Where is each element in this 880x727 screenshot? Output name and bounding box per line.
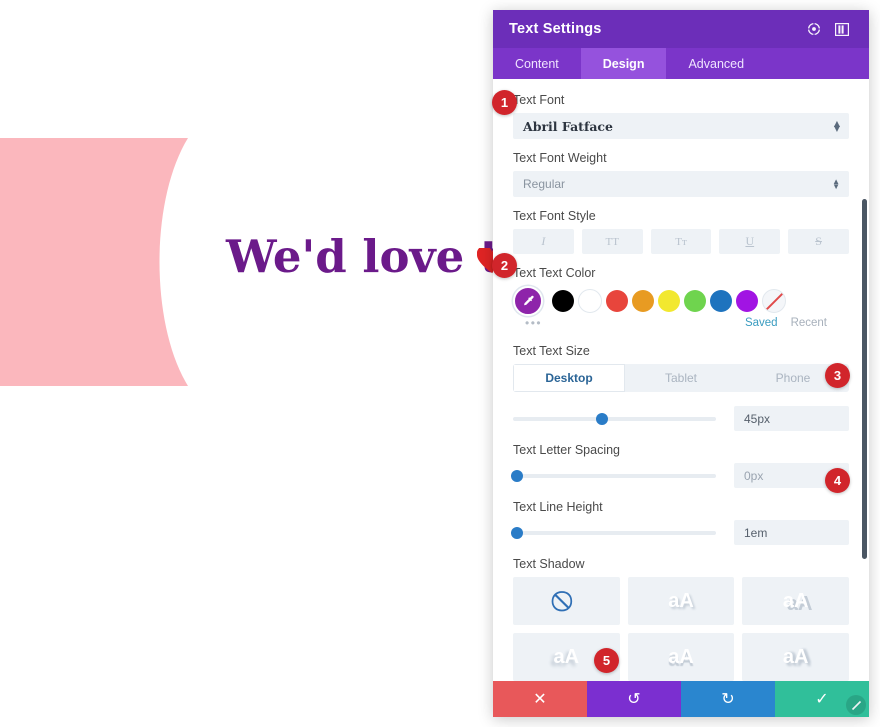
decorative-pink-shape	[0, 138, 200, 386]
swatch-none[interactable]	[762, 289, 786, 313]
eyedropper-icon	[523, 295, 534, 305]
panel-header: Text Settings	[493, 10, 869, 48]
target-icon[interactable]	[803, 18, 825, 40]
redo-button[interactable]: ↻	[681, 681, 775, 717]
label-text-letter-spacing: Text Letter Spacing	[513, 443, 621, 457]
callout-badge-2: 2	[492, 253, 517, 278]
more-colors-button[interactable]: •••	[525, 316, 542, 330]
font-style-underline-button[interactable]: U	[719, 229, 781, 254]
line-height-input[interactable]: 1em	[734, 520, 849, 545]
label-text-shadow: Text Shadow	[513, 557, 585, 571]
panel-layout-icon[interactable]	[831, 18, 853, 40]
line-height-slider-knob[interactable]	[511, 526, 524, 539]
font-style-italic-button[interactable]: I	[513, 229, 574, 254]
swatch-orange[interactable]	[632, 290, 654, 312]
text-font-value: Abril Fatface	[523, 118, 613, 134]
label-text-font-weight: Text Font Weight	[513, 151, 607, 165]
swatch-green[interactable]	[684, 290, 706, 312]
callout-badge-3: 3	[825, 363, 850, 388]
resize-handle-icon[interactable]	[846, 695, 866, 715]
text-shadow-none-option[interactable]: ⃠	[513, 577, 620, 625]
device-tab-desktop[interactable]: Desktop	[513, 364, 625, 392]
panel-scrollbar[interactable]	[862, 199, 867, 559]
tab-advanced[interactable]: Advanced	[666, 48, 766, 79]
letter-spacing-slider-knob[interactable]	[511, 469, 524, 482]
chevron-updown-icon: ▲ ▼	[832, 177, 840, 191]
swatch-blue[interactable]	[710, 290, 732, 312]
text-font-weight-value: Regular	[523, 177, 566, 191]
undo-button[interactable]: ↺	[587, 681, 681, 717]
recent-colors-link[interactable]: Recent	[791, 317, 827, 329]
text-settings-panel: Text Settings Content Design Advanced Te…	[493, 10, 869, 717]
text-shadow-hard-option[interactable]: aA	[742, 577, 849, 625]
text-size-device-tabs: Desktop Tablet Phone	[513, 364, 849, 392]
label-text-text-color: Text Text Color	[513, 266, 596, 280]
color-swatch-row	[513, 286, 849, 316]
font-style-strikethrough-button[interactable]: S	[788, 229, 849, 254]
swatch-purple[interactable]	[736, 290, 758, 312]
swatch-yellow[interactable]	[658, 290, 680, 312]
label-text-font-style: Text Font Style	[513, 209, 596, 223]
letter-spacing-slider[interactable]	[511, 469, 716, 482]
callout-badge-5: 5	[594, 648, 619, 673]
swatch-white[interactable]	[578, 289, 602, 313]
line-height-slider[interactable]	[511, 526, 716, 539]
letter-spacing-slider-row: 0px	[511, 463, 849, 488]
panel-tabs: Content Design Advanced	[493, 48, 869, 79]
device-tab-tablet[interactable]: Tablet	[625, 364, 737, 392]
font-style-buttons: I TT Tᴛ U S	[513, 229, 849, 254]
color-swatch-meta: ••• Saved Recent	[513, 314, 849, 332]
line-height-slider-row: 1em	[511, 520, 849, 545]
cancel-button[interactable]: ✕	[493, 681, 587, 717]
panel-title: Text Settings	[509, 21, 602, 37]
text-size-input[interactable]: 45px	[734, 406, 849, 431]
tab-content[interactable]: Content	[493, 48, 581, 79]
text-size-slider-knob[interactable]	[596, 412, 609, 425]
text-shadow-right-option[interactable]: aA	[742, 633, 849, 681]
callout-badge-4: 4	[825, 468, 850, 493]
text-shadow-soft-option[interactable]: aA	[627, 577, 735, 625]
font-style-uppercase-button[interactable]: TT	[581, 229, 643, 254]
panel-action-bar: ✕ ↺ ↻ ✓	[493, 681, 869, 717]
active-color-eyedropper-button[interactable]	[513, 286, 543, 316]
font-style-smallcaps-button[interactable]: Tᴛ	[650, 229, 712, 254]
label-text-line-height: Text Line Height	[513, 500, 603, 514]
text-shadow-grid: ⃠ aA aA aA aA aA	[513, 577, 849, 681]
swatch-red[interactable]	[606, 290, 628, 312]
tab-design[interactable]: Design	[580, 48, 667, 79]
text-size-slider[interactable]	[513, 412, 716, 425]
saved-colors-link[interactable]: Saved	[745, 317, 778, 329]
label-text-text-size: Text Text Size	[513, 344, 590, 358]
callout-badge-1: 1	[492, 90, 517, 115]
text-shadow-bottom-option[interactable]: aA	[627, 633, 735, 681]
chevron-updown-icon: ▲ ▼	[833, 118, 840, 133]
text-font-weight-select[interactable]: Regular ▲ ▼	[513, 171, 849, 197]
text-size-slider-row: 45px	[513, 406, 849, 431]
text-font-select[interactable]: Abril Fatface ▲ ▼	[513, 113, 849, 139]
panel-body: Text Font Abril Fatface ▲ ▼ Text Font Wei…	[493, 79, 869, 681]
swatch-black[interactable]	[552, 290, 574, 312]
label-text-font: Text Font	[513, 93, 565, 107]
